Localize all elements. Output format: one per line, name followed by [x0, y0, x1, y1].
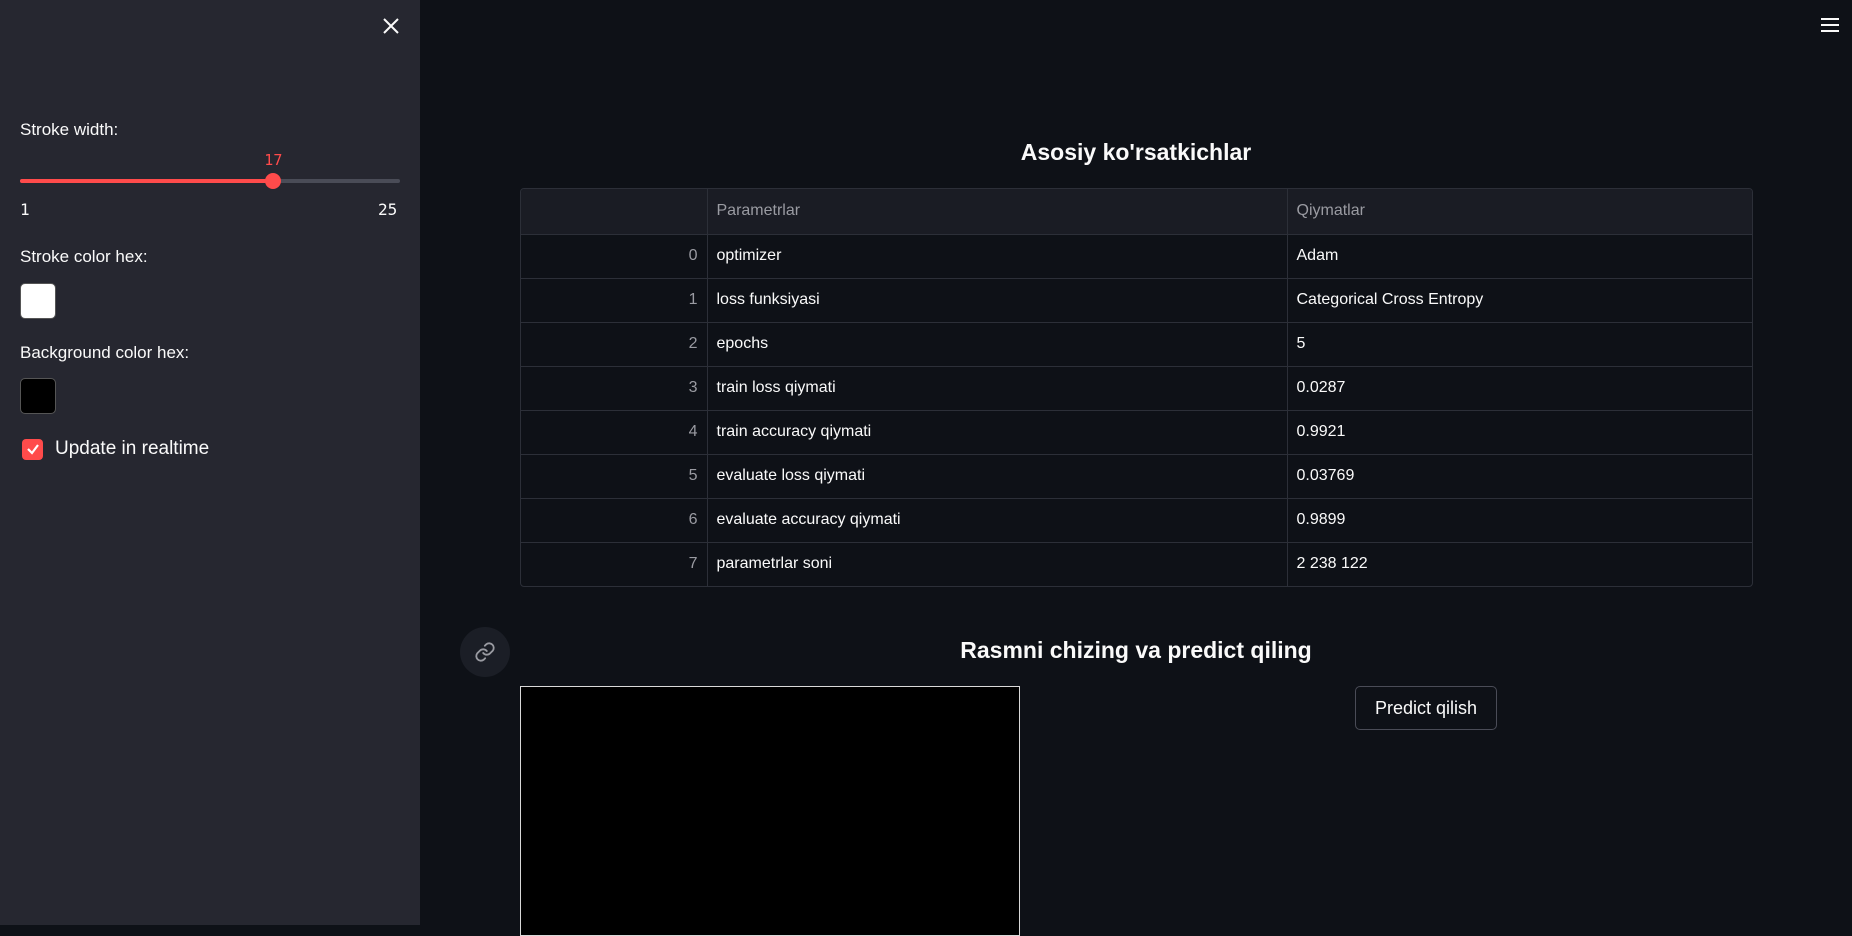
row-param: parametrlar soni	[707, 542, 1288, 586]
link-icon	[475, 642, 495, 662]
drawing-canvas[interactable]	[520, 686, 1020, 936]
slider-min-label: 1	[20, 200, 30, 219]
row-value: 2 238 122	[1296, 555, 1368, 573]
draw-title: Rasmni chizing va predict qiling	[960, 637, 1312, 663]
stroke-color-label: Stroke color hex:	[20, 247, 148, 266]
background-color-picker[interactable]	[20, 378, 56, 414]
row-value: 5	[1287, 322, 1752, 367]
slider-max-label: 25	[378, 200, 398, 219]
table-row: 0 optimizer Adam	[521, 234, 1752, 279]
sidebar: Stroke width: 17 1 25 Stroke color hex: …	[0, 0, 420, 925]
column-header-qiymatlar[interactable]: Qiymatlar	[1287, 189, 1752, 235]
hamburger-menu-icon	[1821, 18, 1839, 32]
row-value: Categorical Cross Entropy	[1287, 278, 1752, 323]
table-row: 6 evaluate accuracy qiymati 0.9899	[521, 498, 1752, 543]
row-param: loss funksiyasi	[707, 278, 1288, 323]
row-value: 0.0287	[1287, 366, 1752, 411]
close-icon	[383, 18, 399, 34]
slider-value: 17	[264, 151, 283, 169]
realtime-label: Update in realtime	[55, 438, 210, 459]
background-color-label: Background color hex:	[20, 343, 190, 362]
close-sidebar-button[interactable]	[378, 13, 404, 39]
row-param: evaluate loss qiymati	[707, 454, 1288, 499]
realtime-checkbox-row[interactable]: Update in realtime	[22, 438, 209, 460]
row-value: Adam	[1287, 234, 1752, 279]
table-header-row: Parametrlar Qiymatlar	[521, 189, 1752, 235]
table-row: 2 epochs 5	[521, 322, 1752, 367]
metrics-table: Parametrlar Qiymatlar 0 optimizer Adam 1…	[520, 188, 1753, 587]
stroke-width-slider[interactable]	[20, 173, 400, 189]
row-param: train accuracy qiymati	[707, 410, 1288, 455]
stroke-color-picker[interactable]	[20, 283, 56, 319]
table-row: 1 loss funksiyasi Categorical Cross Entr…	[521, 278, 1752, 323]
row-index: 5	[521, 454, 708, 499]
row-index: 1	[521, 278, 708, 323]
main-menu-button[interactable]	[1818, 13, 1842, 37]
anchor-link-button[interactable]	[460, 627, 510, 677]
table-row: 5 evaluate loss qiymati 0.03769	[521, 454, 1752, 499]
row-value: 0.03769	[1287, 454, 1752, 499]
slider-thumb[interactable]	[265, 173, 282, 189]
slider-fill	[20, 179, 274, 183]
row-index: 3	[521, 366, 708, 411]
row-index: 2	[521, 322, 708, 367]
row-param: train loss qiymati	[707, 366, 1288, 411]
row-index: 6	[521, 498, 708, 543]
table-row: 3 train loss qiymati 0.0287	[521, 366, 1752, 411]
row-param: optimizer	[707, 234, 1288, 279]
row-param: epochs	[707, 322, 1288, 367]
row-value: 0.9921	[1287, 410, 1752, 455]
realtime-checkbox[interactable]	[22, 438, 43, 460]
row-index: 4	[521, 410, 708, 455]
table-row: 7 parametrlar soni 2 238 122	[521, 542, 1752, 586]
row-param: evaluate accuracy qiymati	[707, 498, 1288, 543]
metrics-title: Asosiy ko'rsatkichlar	[1020, 139, 1252, 165]
column-header-index[interactable]	[521, 189, 708, 235]
row-value: 0.9899	[1287, 498, 1752, 543]
table-row: 4 train accuracy qiymati 0.9921	[521, 410, 1752, 455]
check-icon	[26, 444, 39, 455]
predict-button[interactable]: Predict qilish	[1355, 686, 1497, 730]
row-index: 0	[521, 234, 708, 279]
row-index: 7	[521, 542, 708, 586]
stroke-width-label: Stroke width:	[20, 120, 119, 139]
column-header-parametrlar[interactable]: Parametrlar	[707, 189, 1288, 235]
